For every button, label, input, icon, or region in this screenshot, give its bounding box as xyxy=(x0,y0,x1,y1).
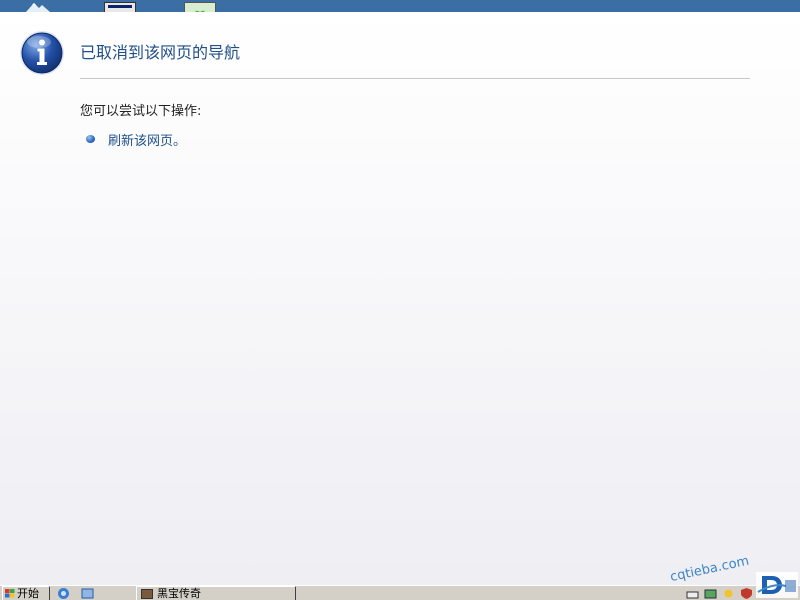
desktop-icon-game[interactable] xyxy=(184,2,216,12)
start-button-label: 开始 xyxy=(17,587,39,600)
desktop-top-strip xyxy=(0,0,800,12)
suggestion-heading: 您可以尝试以下操作: xyxy=(80,104,202,119)
desktop-icon-mountain[interactable] xyxy=(26,2,50,12)
sun-tray-icon[interactable] xyxy=(722,587,735,600)
navigation-canceled-page: 已取消到该网页的导航 您可以尝试以下操作: 刷新该网页。 xyxy=(0,12,800,585)
info-icon xyxy=(20,31,64,75)
bullet-icon xyxy=(86,135,95,143)
page-title: 已取消到该网页的导航 xyxy=(80,43,241,62)
desktop-icon-window[interactable] xyxy=(104,2,136,12)
refresh-page-link[interactable]: 刷新该网页。 xyxy=(108,130,186,149)
taskbar-item-game[interactable]: 黑宝传奇 xyxy=(136,586,296,600)
shield-tray-icon[interactable] xyxy=(740,587,753,600)
browser-quicklaunch-icon[interactable] xyxy=(57,587,70,600)
list-item: 刷新该网页。 xyxy=(86,130,186,149)
desktop-quicklaunch-icon[interactable] xyxy=(81,587,94,600)
windows-logo-icon xyxy=(5,589,15,598)
title-divider xyxy=(80,78,750,79)
start-button[interactable]: 开始 xyxy=(2,586,50,600)
taskbar: 开始 黑宝传奇 xyxy=(0,585,800,600)
taskbar-item-label: 黑宝传奇 xyxy=(157,587,201,600)
network-tray-icon[interactable] xyxy=(704,587,717,600)
action-list: 刷新该网页。 xyxy=(86,130,186,149)
game-icon xyxy=(141,589,153,599)
watermark-logo-icon xyxy=(756,572,798,598)
keyboard-tray-icon[interactable] xyxy=(686,587,699,600)
